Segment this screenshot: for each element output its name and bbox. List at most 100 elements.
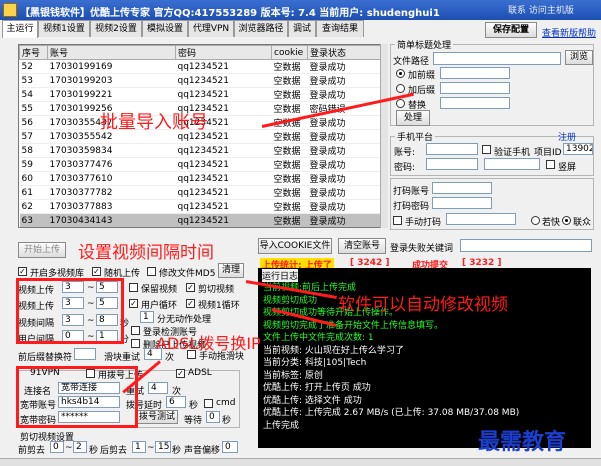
col-password[interactable]: 密码 bbox=[175, 45, 272, 60]
table-row[interactable]: 54 17030199221 qq1234521 空数据 登录成功 bbox=[19, 87, 387, 102]
tab-browser[interactable]: 浏览器路径 bbox=[234, 20, 288, 37]
start-upload-button[interactable]: 开始上传 bbox=[18, 242, 66, 258]
radio-replace[interactable] bbox=[396, 99, 405, 108]
manual-code-checkbox[interactable] bbox=[393, 216, 402, 225]
phone-account-label: 账号: bbox=[394, 148, 416, 158]
table-cell: qq1234521 bbox=[175, 199, 272, 214]
video-loop-checkbox[interactable]: ✓ bbox=[186, 299, 195, 308]
help-link[interactable]: 查看新版帮助 bbox=[542, 26, 596, 39]
tab-proxy[interactable]: 代理VPN bbox=[188, 20, 234, 37]
radio-suffix[interactable] bbox=[396, 84, 405, 93]
wait-input[interactable]: 0 bbox=[206, 411, 220, 423]
log-line: 当前视频: 火山现在好上传么学习了 bbox=[263, 345, 404, 356]
save-config-button[interactable]: 保存配置 bbox=[485, 22, 537, 38]
delete-uploaded-checkbox[interactable] bbox=[131, 339, 140, 348]
table-cell: 17030434... bbox=[48, 228, 176, 229]
phone-password-input[interactable] bbox=[426, 158, 478, 170]
radio-prefix-label: 加前缀 bbox=[408, 71, 436, 81]
register-link[interactable]: 注册 bbox=[558, 130, 576, 143]
table-cell: qq1234521 bbox=[175, 185, 272, 200]
cut-video-checkbox[interactable]: ✓ bbox=[186, 283, 195, 292]
table-row[interactable]: 58 17030359834 qq1234521 空数据 登录成功 bbox=[19, 143, 387, 158]
volume-input[interactable]: 0 bbox=[222, 441, 238, 453]
verify-phone-label: 验证手机 bbox=[494, 148, 531, 158]
project-id-input[interactable]: 13902 bbox=[563, 143, 593, 155]
vertical-label: 竖屏 bbox=[558, 163, 577, 173]
multi-video-checkbox[interactable]: ✓ bbox=[18, 267, 27, 276]
cut-front-max[interactable]: 2 bbox=[73, 441, 87, 453]
tab-results[interactable]: 查询结果 bbox=[316, 20, 364, 37]
radio-prefix[interactable] bbox=[396, 69, 405, 78]
verify-phone-checkbox[interactable] bbox=[482, 145, 491, 154]
table-cell: 登录成功 bbox=[307, 129, 387, 144]
grid-scrollbar[interactable] bbox=[380, 44, 388, 228]
table-row[interactable]: 6417030434...qq1234521空数据登录成功 bbox=[20, 228, 389, 229]
volume-label: 声音偏移 bbox=[184, 446, 221, 456]
tab-video1[interactable]: 视频1设置 bbox=[38, 20, 90, 37]
random-upload-checkbox[interactable]: ✓ bbox=[92, 267, 101, 276]
radio-union[interactable] bbox=[562, 216, 571, 225]
col-index[interactable]: 序号 bbox=[19, 45, 48, 60]
table-cell: 17030377883 bbox=[47, 199, 176, 214]
phone-extra-input[interactable] bbox=[484, 158, 540, 170]
table-row[interactable]: 62 17030377883 qq1234521 空数据 登录成功 bbox=[19, 199, 387, 214]
manual-code-input[interactable] bbox=[446, 213, 516, 225]
table-row[interactable]: 60 17030377610 qq1234521 空数据 登录成功 bbox=[19, 171, 387, 186]
tab-simulate[interactable]: 模拟设置 bbox=[142, 20, 188, 37]
cut-video-label: 剪切视频 bbox=[198, 285, 235, 295]
adsl-checkbox[interactable]: ✓ bbox=[176, 369, 185, 378]
tab-debug[interactable]: 调试 bbox=[288, 20, 316, 37]
clear-accounts-button[interactable]: 清空账号 bbox=[338, 238, 386, 254]
col-cookie[interactable]: cookie bbox=[271, 45, 308, 60]
modify-md5-checkbox[interactable] bbox=[147, 267, 156, 276]
login-fail-keyword-input[interactable] bbox=[460, 239, 592, 252]
table-row[interactable]: 53 17030199203 qq1234521 空数据 登录成功 bbox=[19, 73, 387, 88]
table-cell: 登录成功 bbox=[307, 157, 387, 172]
title-replace-input[interactable] bbox=[74, 348, 96, 360]
coder-account-input[interactable] bbox=[432, 182, 492, 194]
radio-fast[interactable] bbox=[531, 216, 540, 225]
table-cell: 64 bbox=[20, 228, 48, 229]
annotation-batch-import: 批量导入账号 bbox=[100, 112, 208, 133]
vertical-checkbox[interactable] bbox=[546, 160, 555, 169]
table-row[interactable]: 52 17030199169 qq1234521 空数据 登录成功 bbox=[19, 59, 387, 74]
log-line: 优酷上传: 上传完成 2.67 MB/s (已上传: 37.08 MB/37.0… bbox=[263, 408, 520, 418]
cmd-checkbox[interactable] bbox=[204, 399, 213, 408]
cut-back-min[interactable]: 1 bbox=[132, 441, 146, 453]
browse-button[interactable]: 浏览 bbox=[565, 50, 593, 65]
coder-password-input[interactable] bbox=[432, 197, 492, 209]
tab-main[interactable]: 主运行 bbox=[2, 20, 38, 38]
table-cell: 空数据 bbox=[271, 157, 308, 172]
phone-account-input[interactable] bbox=[426, 143, 478, 155]
retry-input[interactable]: 4 bbox=[148, 382, 168, 394]
import-cookie-button[interactable]: 导入COOKIE文件 bbox=[258, 238, 332, 254]
cut-back-max[interactable]: 15 bbox=[155, 441, 171, 453]
table-cell: 空数据 bbox=[271, 129, 308, 144]
log-title: 运行日志 bbox=[262, 269, 299, 282]
col-status[interactable]: 登录状态 bbox=[307, 45, 387, 60]
auto-done-input[interactable]: 1 bbox=[140, 311, 154, 323]
tab-video2[interactable]: 视频2设置 bbox=[90, 20, 142, 37]
table-row[interactable]: 63 17030434143 qq1234521 空数据 登录成功 bbox=[19, 213, 387, 227]
suffix-input[interactable] bbox=[440, 82, 510, 94]
accounts-table[interactable]: 序号 账号 密码 cookie 登录状态 52 17030199169 qq1234… bbox=[18, 44, 388, 228]
dial-interval-input[interactable]: 6 bbox=[166, 396, 186, 408]
login-detect-checkbox[interactable] bbox=[131, 326, 140, 335]
clean-button[interactable]: 清理 bbox=[218, 263, 244, 278]
prefix-input[interactable] bbox=[440, 67, 510, 79]
dial-test-button[interactable]: 拨号测试 bbox=[136, 410, 178, 424]
table-row[interactable]: 59 17030377476 qq1234521 空数据 登录成功 bbox=[19, 157, 387, 172]
table-cell: 登录成功 bbox=[307, 115, 387, 130]
replace-input[interactable] bbox=[440, 97, 510, 109]
log-line: 当前标签: 原创 bbox=[263, 370, 323, 381]
cut-title: 剪切视频设置 bbox=[20, 433, 75, 443]
table-row[interactable]: 61 17030377782 qq1234521 空数据 登录成功 bbox=[19, 185, 387, 200]
window-title: 【黑银钱软件】优酷上传专家 官方QQ:417553289 版本号: 7.4 当前… bbox=[20, 8, 440, 19]
col-account[interactable]: 账号 bbox=[47, 45, 176, 60]
keep-video-checkbox[interactable] bbox=[129, 283, 138, 292]
path-input[interactable] bbox=[433, 52, 561, 65]
cut-front-min[interactable]: 0 bbox=[50, 441, 64, 453]
phone-password-label: 密码: bbox=[394, 163, 416, 173]
process-button[interactable]: 处理 bbox=[396, 110, 430, 126]
user-loop-checkbox[interactable]: ✓ bbox=[129, 299, 138, 308]
